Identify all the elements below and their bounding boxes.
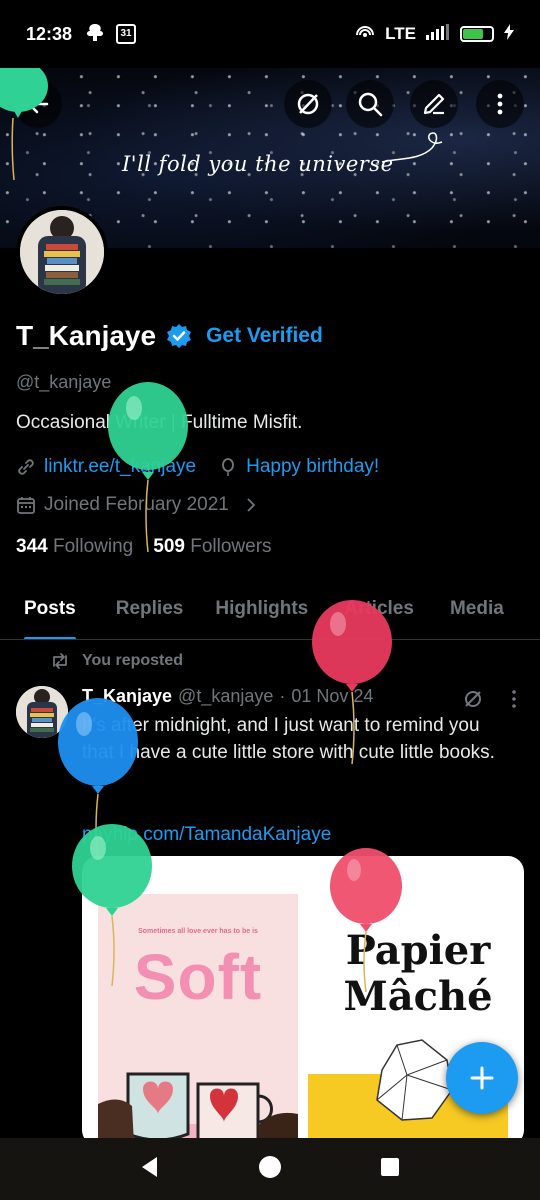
get-verified-link[interactable]: Get Verified: [206, 324, 323, 348]
avatar-image: [20, 210, 104, 294]
calendar-icon: [17, 497, 35, 514]
pencil-icon: [423, 93, 445, 115]
grok-button[interactable]: [284, 80, 332, 128]
nav-recents-button[interactable]: [379, 1156, 401, 1183]
system-nav-bar: [0, 1138, 540, 1200]
following-count: 344: [16, 536, 48, 557]
profile-link[interactable]: linktr.ee/t_kanjaye: [44, 456, 196, 478]
status-bar: 12:38 31 LTE: [0, 0, 540, 68]
profile-name: T_Kanjaye: [16, 320, 157, 351]
banner-flourish-icon: [381, 132, 443, 163]
followers-count: 509: [153, 536, 185, 557]
hotspot-icon: [355, 23, 375, 46]
post-more-icon[interactable]: [504, 688, 524, 710]
post-handle: @t_kanjaye: [178, 686, 274, 706]
papier-title-line1: Papier: [345, 927, 491, 974]
repost-label: You reposted: [82, 652, 184, 669]
papier-title-line2: Mâché: [343, 973, 493, 1020]
search-button[interactable]: [346, 80, 394, 128]
book-cover-soft: Sometimes all love ever has to be is Sof…: [98, 894, 298, 1146]
soft-tagline: Sometimes all love ever has to be is: [138, 928, 258, 935]
repost-icon: [53, 653, 67, 669]
profile-bio: Occasional Writer | Fulltime Misfit.: [16, 412, 303, 433]
tab-posts[interactable]: Posts: [24, 584, 76, 639]
profile-meta-row: linktr.ee/t_kanjaye Happy birthday!: [16, 456, 379, 478]
grok-icon: [297, 93, 319, 115]
repost-indicator: You reposted: [50, 652, 183, 670]
balloon-icon: [222, 458, 234, 476]
tab-highlights[interactable]: Highlights: [215, 584, 308, 639]
network-type: LTE: [385, 24, 416, 43]
compose-post-button[interactable]: [446, 1042, 518, 1114]
joined-row[interactable]: Joined February 2021: [16, 494, 259, 516]
chevron-right-icon: [247, 498, 256, 512]
profile-avatar[interactable]: [16, 206, 108, 298]
more-vertical-icon: [497, 93, 503, 115]
post-avatar-image: [16, 686, 68, 738]
post-grok-icon[interactable]: [462, 688, 484, 710]
banner-caption: I'll fold you the universe: [122, 152, 394, 176]
profile-handle: @t_kanjaye: [16, 372, 112, 392]
edit-button[interactable]: [410, 80, 458, 128]
soft-title: Soft: [133, 941, 263, 1013]
plus-icon: [470, 1066, 494, 1090]
post-link[interactable]: payhip.com/TamandaKanjaye: [82, 824, 331, 846]
back-button[interactable]: [14, 80, 62, 128]
nav-home-button[interactable]: [258, 1155, 282, 1184]
weather-icon: [84, 22, 106, 47]
joined-date: Joined February 2021: [44, 494, 229, 515]
charging-icon: [504, 23, 514, 45]
square-recents-icon: [381, 1157, 400, 1176]
tab-replies[interactable]: Replies: [116, 584, 184, 639]
following-label: Following: [52, 536, 134, 557]
more-button[interactable]: [476, 80, 524, 128]
tab-articles[interactable]: Articles: [344, 584, 414, 639]
status-time: 12:38: [26, 23, 73, 44]
profile-name-row: T_Kanjaye Get Verified: [16, 320, 323, 352]
link-icon: [18, 459, 34, 475]
signal-icon: [426, 23, 450, 45]
tab-media[interactable]: Media: [450, 584, 504, 639]
calendar-icon: 31: [116, 24, 137, 44]
book-cover-papier: Papier Mâché: [318, 928, 518, 1020]
birthday-link[interactable]: Happy birthday!: [246, 456, 379, 478]
circle-home-icon: [258, 1155, 281, 1178]
followers-stat[interactable]: 509 Followers: [153, 536, 271, 558]
profile-tabs: Posts Replies Highlights Articles Media: [0, 584, 540, 640]
battery-icon: [460, 26, 494, 42]
search-icon: [358, 92, 383, 117]
post-separator: ·: [279, 686, 286, 706]
following-stat[interactable]: 344 Following: [16, 536, 133, 558]
post-date: 01 Nov 24: [291, 686, 374, 706]
arrow-left-icon: [27, 94, 49, 114]
triangle-back-icon: [141, 1156, 157, 1177]
followers-label: Followers: [190, 536, 272, 557]
nav-back-button[interactable]: [139, 1155, 161, 1184]
post-author[interactable]: T_Kanjaye: [82, 686, 172, 707]
battery-level: [463, 29, 483, 39]
post-text: It's after midnight, and I just want to …: [82, 715, 495, 763]
post-avatar[interactable]: [16, 686, 68, 738]
post-header: T_Kanjaye @t_kanjaye · 01 Nov 24: [82, 686, 373, 707]
follow-stats: 344 Following 509 Followers: [16, 536, 272, 558]
verified-badge-icon: [167, 324, 192, 348]
mugs-illustration: [98, 1072, 298, 1146]
